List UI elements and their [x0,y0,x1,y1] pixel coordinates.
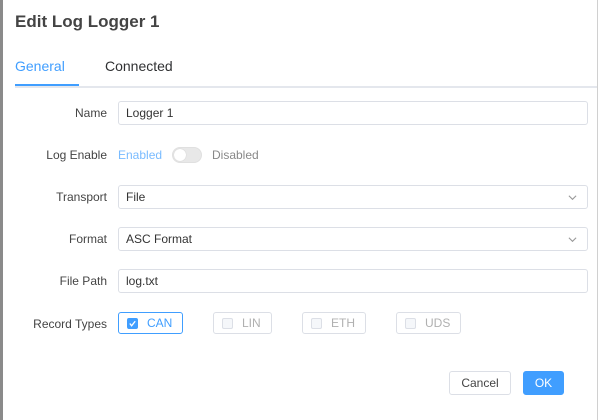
record-types-row: Record Types CAN LIN ETH UDS [3,312,598,336]
switch-disabled-text[interactable]: Disabled [212,148,259,162]
record-type-can[interactable]: CAN [118,312,183,334]
cancel-button[interactable]: Cancel [449,371,511,395]
name-input[interactable]: Logger 1 [118,101,588,125]
record-types-label: Record Types [33,317,107,331]
checkbox[interactable] [405,318,416,329]
log-enable-label: Log Enable [46,148,107,162]
record-type-eth[interactable]: ETH [302,312,366,334]
chevron-down-icon[interactable] [568,235,577,244]
switch-track[interactable] [172,147,202,163]
transport-row: Transport File [3,185,598,209]
format-label: Format [68,232,107,246]
tab-bar: General Connected [15,58,597,88]
tab-general[interactable]: General [15,58,65,74]
checkbox[interactable] [222,318,233,329]
name-row: Name Logger 1 [3,101,598,125]
transport-select[interactable]: File [118,185,588,209]
file-path-input[interactable]: log.txt [118,269,588,293]
transport-label: Transport [56,190,107,204]
switch-enabled-text[interactable]: Enabled [118,148,162,162]
tab-divider [15,86,597,88]
file-path-row: File Path log.txt [3,269,598,293]
name-label: Name [74,106,107,120]
record-type-lin[interactable]: LIN [213,312,272,334]
chevron-down-icon[interactable] [568,193,577,202]
format-select[interactable]: ASC Format [118,227,588,251]
checkbox[interactable] [311,318,322,329]
ok-button[interactable]: OK [523,371,564,395]
switch-knob[interactable] [174,149,186,161]
record-type-label: LIN [242,316,261,330]
format-row: Format ASC Format [3,227,598,251]
record-type-label: ETH [331,316,355,330]
file-path-label: File Path [59,274,107,288]
log-enable-row: Log Enable Enabled Disabled [3,143,598,167]
edit-logger-dialog: Edit Log Logger 1 General Connected Name… [0,0,598,420]
record-type-label: UDS [425,316,451,330]
transport-value: File [126,190,146,204]
tab-connected[interactable]: Connected [105,58,173,74]
check-icon [129,320,136,327]
checkbox[interactable] [127,318,138,329]
record-type-label: CAN [147,316,173,330]
record-type-uds[interactable]: UDS [396,312,461,334]
format-value: ASC Format [126,232,193,246]
dialog-title: Edit Log Logger 1 [15,12,160,31]
